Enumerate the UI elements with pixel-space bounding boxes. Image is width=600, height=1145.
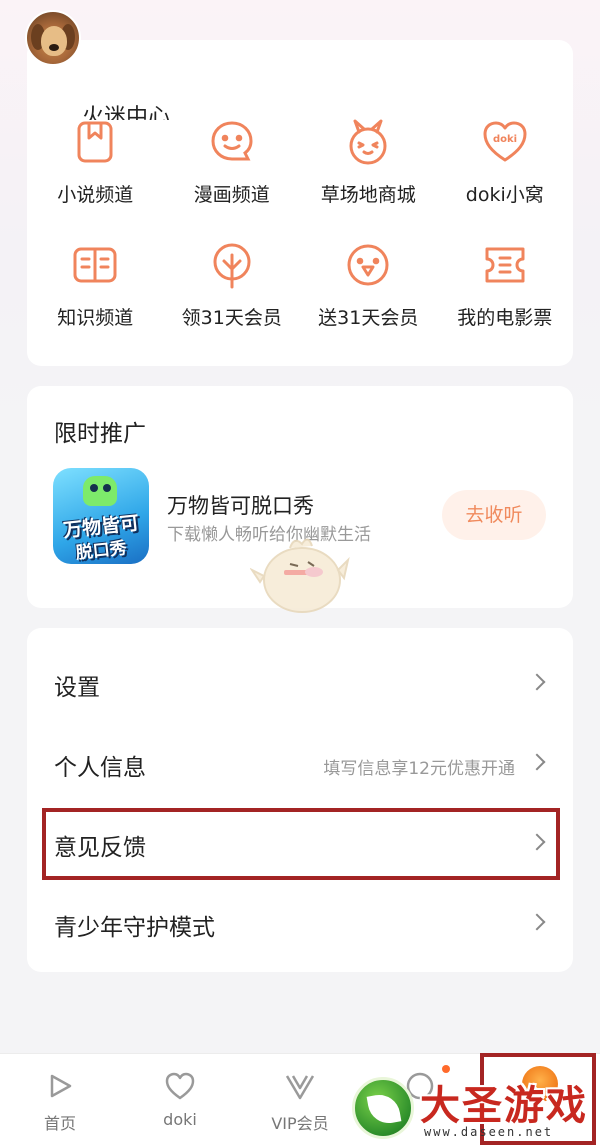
listen-button[interactable]: 去收听 xyxy=(442,490,546,540)
ticket-icon xyxy=(485,247,525,283)
grid-item-gift-membership[interactable]: 送31天会员 xyxy=(300,241,437,330)
teen-mode-label: 青少年守护模式 xyxy=(54,915,215,941)
user-avatar[interactable] xyxy=(25,10,81,66)
tab-doki[interactable]: doki xyxy=(120,1054,240,1145)
feedback-label: 意见反馈 xyxy=(54,835,146,861)
promo-app-icon[interactable]: 万物皆可 脱口秀 xyxy=(53,468,149,564)
grid-item-mall[interactable]: 草场地商城 xyxy=(300,118,437,207)
grid-item-novel-channel[interactable]: 小说频道 xyxy=(27,118,164,207)
avatar-nose xyxy=(49,44,59,51)
grid-item-label: 知识频道 xyxy=(57,307,134,329)
chevron-right-icon xyxy=(528,753,546,771)
promo-app-description: 下载懒人畅听给你幽默生活 xyxy=(167,525,371,545)
speech-bubble-face-icon xyxy=(211,121,253,161)
personal-info-row[interactable]: 个人信息 填写信息享12元优惠开通 xyxy=(27,722,573,802)
settings-row-label: 设置 xyxy=(54,675,100,701)
functions-section-title: 火迷中心 xyxy=(82,105,171,120)
grid-item-knowledge-channel[interactable]: 知识频道 xyxy=(27,241,164,330)
grid-item-label: 漫画频道 xyxy=(193,184,270,206)
promo-app-name: 万物皆可脱口秀 xyxy=(167,494,314,518)
tab-home[interactable]: 首页 xyxy=(0,1054,120,1145)
grid-item-doki-nest[interactable]: doki doki小窝 xyxy=(437,118,574,207)
leaf-shape xyxy=(366,1091,402,1127)
site-url: www.daseen.net xyxy=(424,1125,554,1139)
promo-card: 限时推广 万物皆可 脱口秀 万物皆可脱口秀 下载懒人畅听给你幽默生活 去收听 xyxy=(27,386,573,608)
grid-item-comic-channel[interactable]: 漫画频道 xyxy=(164,118,301,207)
grid-item-claim-membership[interactable]: 领31天会员 xyxy=(164,241,301,330)
grid-item-label: 领31天会员 xyxy=(181,307,282,329)
chevron-right-icon xyxy=(528,673,546,691)
app-mascot xyxy=(83,476,117,506)
grid-item-label: doki小窝 xyxy=(465,184,544,206)
settings-row[interactable]: 设置 xyxy=(27,642,573,722)
feedback-row[interactable]: 意见反馈 xyxy=(27,802,573,882)
bookmark-book-icon xyxy=(77,121,113,163)
open-book-icon xyxy=(73,247,117,283)
tab-label: doki xyxy=(163,1110,197,1129)
grid-item-label: 我的电影票 xyxy=(457,307,553,329)
svg-text:doki: doki xyxy=(493,134,517,145)
avatar-face xyxy=(41,26,67,56)
site-watermark: 大圣游戏网 www.daseen.net xyxy=(352,1075,600,1145)
personal-info-hint: 填写信息享12元优惠开通 xyxy=(323,759,515,779)
play-circle-icon xyxy=(50,1074,72,1098)
tab-vip[interactable]: VIP会员 xyxy=(240,1054,360,1145)
grid-item-label: 草场地商城 xyxy=(320,184,416,206)
functions-grid: 小说频道 漫画频道 草场地商城 doki doki小窝 知识频道 领31天会员 … xyxy=(27,118,573,330)
chevron-right-icon xyxy=(528,913,546,931)
mascot-eye xyxy=(90,484,98,492)
functions-card: 火迷中心 小说频道 漫画频道 草场地商城 doki doki小窝 知识频道 领3… xyxy=(27,40,573,366)
tree-leaf-icon xyxy=(213,243,251,289)
teen-mode-row[interactable]: 青少年守护模式 xyxy=(27,882,573,962)
site-logo-icon xyxy=(352,1077,414,1139)
mascot-eye xyxy=(103,484,111,492)
tab-label: VIP会员 xyxy=(271,1114,329,1133)
bunny-face-icon xyxy=(349,119,387,165)
chevron-right-icon xyxy=(528,833,546,851)
grid-item-label: 小说频道 xyxy=(57,184,134,206)
tab-label: 首页 xyxy=(43,1114,76,1133)
doki-heart-icon: doki xyxy=(483,121,527,162)
grid-item-label: 送31天会员 xyxy=(318,307,419,329)
bird-face-icon xyxy=(347,244,389,286)
vip-v-icon xyxy=(285,1075,315,1100)
settings-card: 设置 个人信息 填写信息享12元优惠开通 意见反馈 青少年守护模式 xyxy=(27,628,573,972)
promo-title: 限时推广 xyxy=(54,421,146,447)
notification-dot xyxy=(442,1065,450,1073)
grid-item-movie-tickets[interactable]: 我的电影票 xyxy=(437,241,574,330)
heart-icon xyxy=(165,1072,195,1100)
personal-info-label: 个人信息 xyxy=(54,755,146,781)
